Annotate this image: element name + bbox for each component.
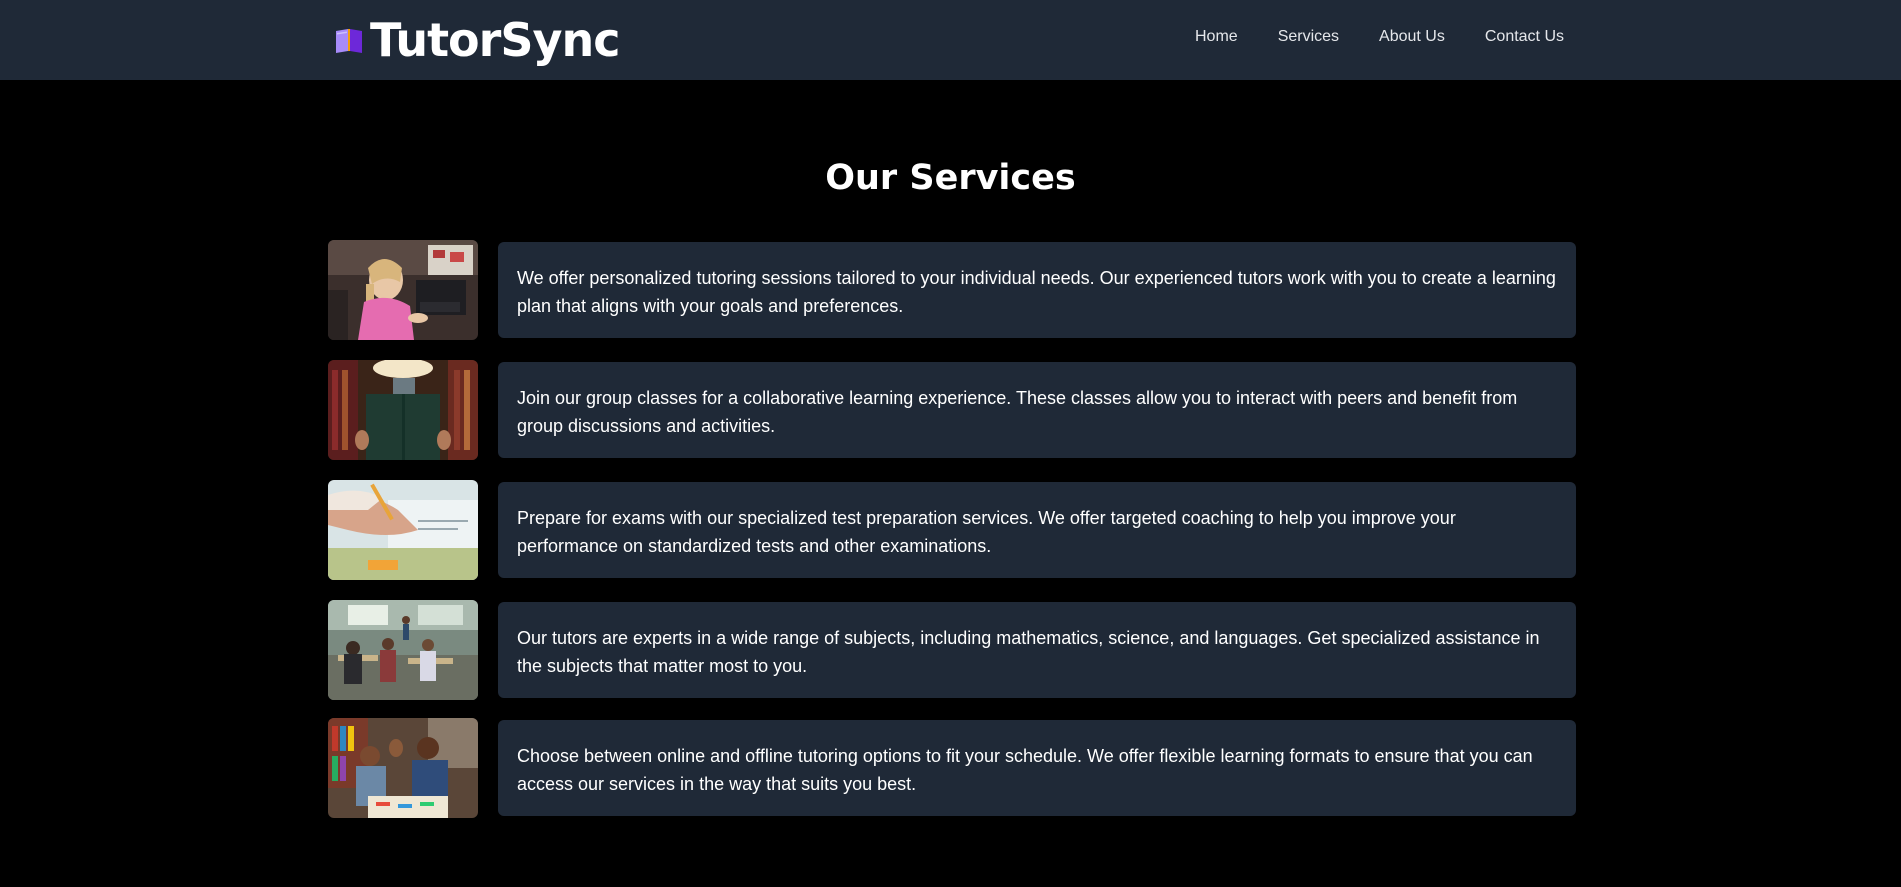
- service-card: Choose between online and offline tutori…: [498, 720, 1576, 816]
- brand-name: TutorSync: [370, 13, 620, 67]
- service-description: Choose between online and offline tutori…: [517, 746, 1533, 794]
- book-icon: [336, 29, 362, 53]
- nav-about-us-link[interactable]: About Us: [1379, 28, 1445, 46]
- nav-services-link[interactable]: Services: [1278, 28, 1339, 46]
- service-item-personalized-tutoring: We offer personalized tutoring sessions …: [328, 240, 1576, 340]
- brand-logo[interactable]: TutorSync: [334, 10, 620, 70]
- student-reading-in-library-photo: [328, 360, 478, 460]
- nav-contact-us-link[interactable]: Contact Us: [1485, 28, 1564, 46]
- service-item-group-classes: Join our group classes for a collaborati…: [328, 360, 1576, 460]
- hand-writing-on-paper-photo: [328, 480, 478, 580]
- service-item-subject-experts: Our tutors are experts in a wide range o…: [328, 600, 1576, 700]
- service-card: Our tutors are experts in a wide range o…: [498, 602, 1576, 698]
- service-description: Our tutors are experts in a wide range o…: [517, 628, 1540, 676]
- classroom-photo: [328, 600, 478, 700]
- service-card: We offer personalized tutoring sessions …: [498, 242, 1576, 338]
- top-navbar: TutorSync Home Services About Us Contact…: [0, 0, 1901, 80]
- page-title: Our Services: [825, 158, 1076, 198]
- tutor-high-five-photo: [328, 718, 478, 818]
- main-nav: Home Services About Us Contact Us: [1195, 0, 1564, 74]
- service-card: Prepare for exams with our specialized t…: [498, 482, 1576, 578]
- service-description: We offer personalized tutoring sessions …: [517, 268, 1556, 316]
- nav-home-link[interactable]: Home: [1195, 28, 1238, 46]
- girl-at-computer-photo: [328, 240, 478, 340]
- service-description: Join our group classes for a collaborati…: [517, 388, 1518, 436]
- service-card: Join our group classes for a collaborati…: [498, 362, 1576, 458]
- service-item-test-preparation: Prepare for exams with our specialized t…: [328, 480, 1576, 580]
- service-description: Prepare for exams with our specialized t…: [517, 508, 1456, 556]
- service-item-online-offline: Choose between online and offline tutori…: [328, 718, 1576, 818]
